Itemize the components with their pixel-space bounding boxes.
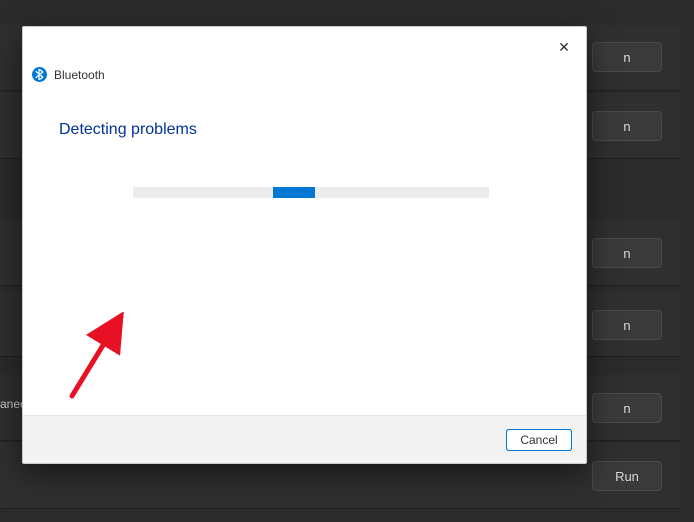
cancel-button[interactable]: Cancel <box>506 429 572 451</box>
bluetooth-icon <box>32 67 47 82</box>
run-button[interactable]: Run <box>592 461 662 491</box>
troubleshooter-dialog: ✕ Bluetooth Detecting problems <box>22 26 587 464</box>
run-button[interactable]: n <box>592 310 662 340</box>
status-heading: Detecting problems <box>59 121 550 139</box>
dialog-header: ✕ Bluetooth <box>23 27 586 97</box>
annotation-arrow-icon <box>66 312 128 402</box>
run-button[interactable]: n <box>592 42 662 72</box>
progress-bar <box>133 187 489 198</box>
glow-overlay <box>61 237 181 357</box>
dialog-title: Bluetooth <box>54 68 105 82</box>
run-button[interactable]: n <box>592 393 662 423</box>
close-icon: ✕ <box>558 39 570 56</box>
dialog-title-area: Bluetooth <box>32 67 105 82</box>
run-button[interactable]: n <box>592 238 662 268</box>
cancel-button-label: Cancel <box>520 433 557 447</box>
close-button[interactable]: ✕ <box>554 37 574 57</box>
dialog-footer: Cancel <box>23 415 586 463</box>
dialog-body: Detecting problems <box>23 97 586 415</box>
run-button[interactable]: n <box>592 111 662 141</box>
progress-chunk <box>273 187 315 198</box>
